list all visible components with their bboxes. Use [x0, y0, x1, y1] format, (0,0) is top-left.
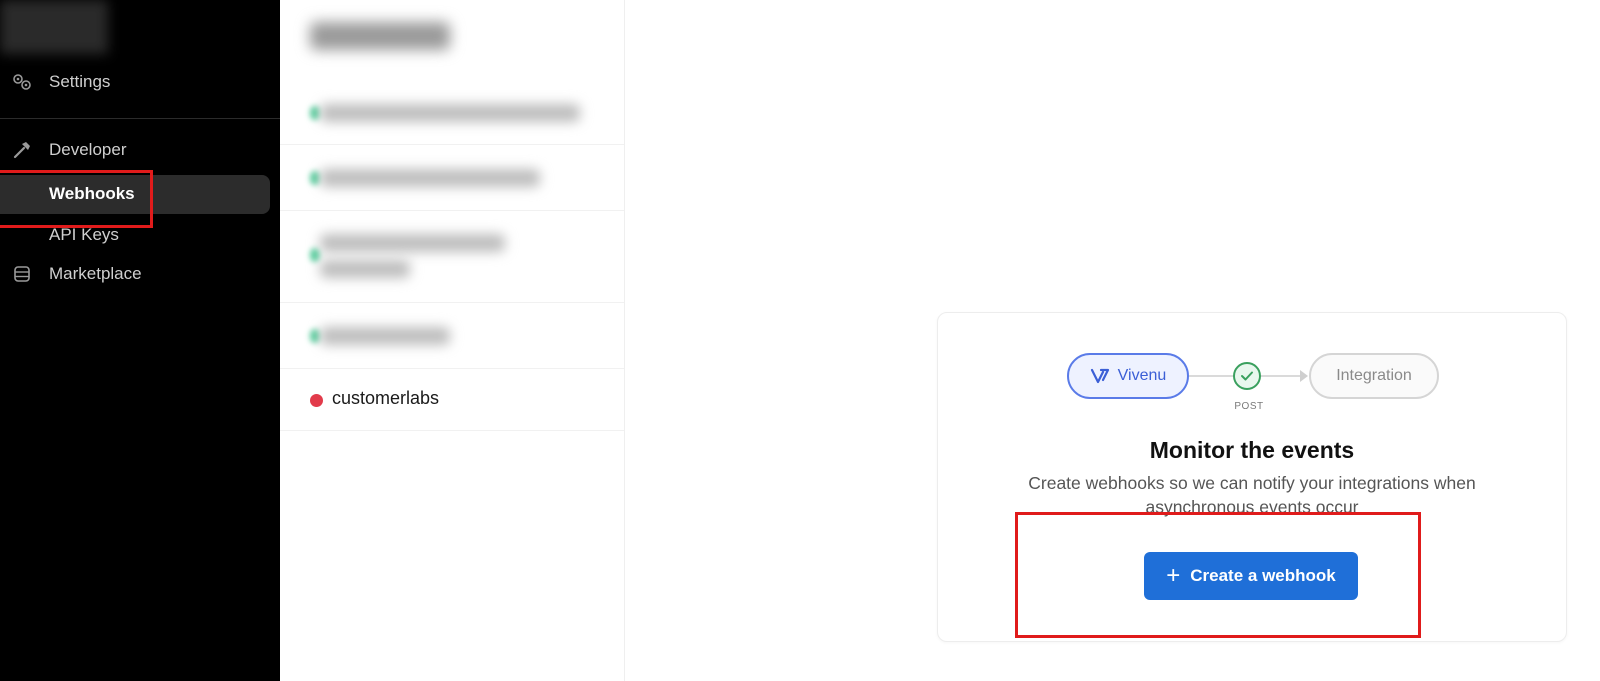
source-label: Vivenu	[1117, 367, 1167, 384]
webhook-name: customerlabs	[332, 388, 440, 408]
redacted-text	[320, 234, 505, 252]
annotation-highlight-box	[0, 170, 153, 228]
logo	[0, 0, 108, 54]
list-title-redacted	[310, 22, 450, 50]
redacted-text	[320, 169, 540, 187]
list-item-redacted[interactable]	[280, 302, 624, 369]
status-dot	[310, 171, 320, 185]
webhook-list-panel: customerlabs	[280, 0, 625, 681]
hammer-icon	[11, 139, 33, 161]
sidebar-item-label: API Keys	[49, 225, 119, 244]
redacted-text	[320, 104, 580, 122]
arrow-icon	[1300, 370, 1308, 382]
gears-icon	[11, 71, 33, 93]
redacted-text	[320, 327, 450, 345]
database-icon	[11, 263, 33, 285]
status-dot	[310, 394, 323, 407]
sidebar-divider	[0, 118, 280, 119]
list-item-redacted[interactable]	[280, 210, 624, 303]
flow-connector	[1261, 375, 1301, 377]
list-item-redacted[interactable]	[280, 144, 624, 211]
method-label: POST	[1234, 401, 1264, 412]
sidebar-item-label: Developer	[49, 140, 127, 159]
list-item-customerlabs[interactable]: customerlabs	[280, 368, 624, 431]
empty-state-title: Monitor the events	[1149, 437, 1355, 463]
status-dot	[310, 248, 320, 262]
sidebar-item-label: Marketplace	[49, 264, 142, 283]
vivenu-logo-icon	[1090, 367, 1110, 385]
status-dot	[310, 106, 320, 120]
source-pill: Vivenu	[1067, 353, 1189, 399]
status-dot	[310, 329, 320, 343]
redacted-text	[320, 260, 410, 278]
target-label: Integration	[1336, 367, 1412, 384]
flow-connector	[1189, 375, 1233, 377]
sidebar-item-label: Settings	[49, 72, 111, 91]
target-pill: Integration	[1309, 353, 1439, 399]
sidebar: Settings Developer Webhooks API Keys Mar…	[0, 0, 280, 681]
check-icon	[1233, 362, 1261, 390]
annotation-highlight-box	[1015, 512, 1421, 638]
list-item-redacted[interactable]	[280, 80, 624, 145]
